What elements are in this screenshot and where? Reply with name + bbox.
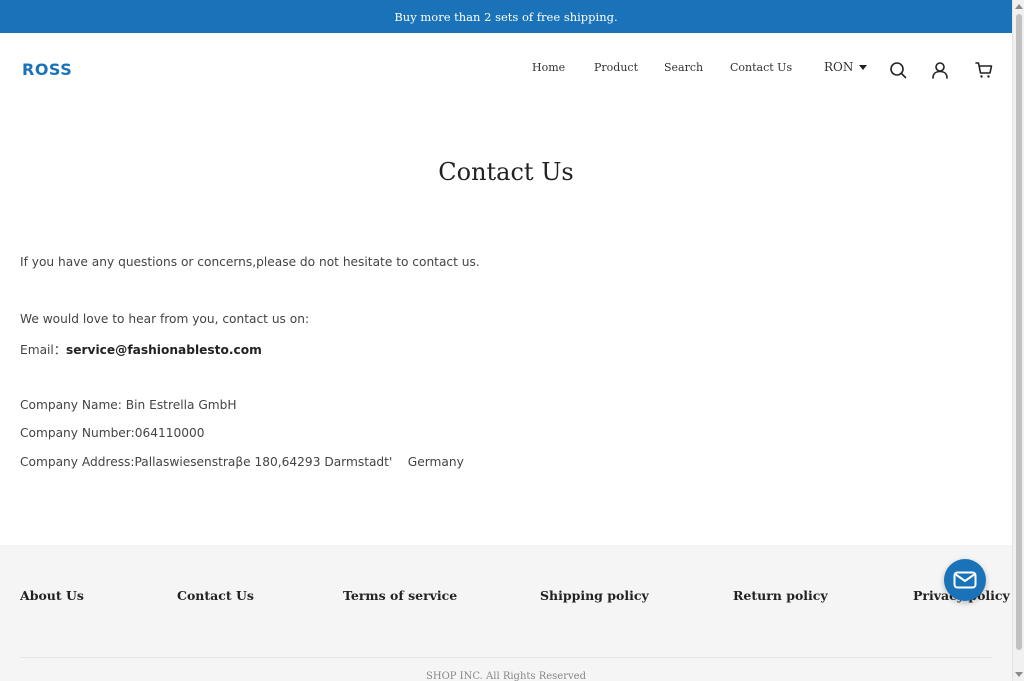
email-link[interactable]: service@fashionablesto.com — [66, 343, 262, 357]
currency-selector[interactable]: RON — [824, 60, 868, 74]
cart-icon[interactable] — [974, 60, 994, 80]
store-logo[interactable]: ROSS — [22, 60, 72, 79]
page-title: Contact Us — [438, 158, 574, 186]
page: Buy more than 2 sets of free shipping. R… — [0, 0, 1012, 681]
footer-link-terms-of-service[interactable]: Terms of service — [343, 588, 457, 603]
scroll-down-icon[interactable] — [1015, 672, 1023, 677]
chat-button[interactable] — [944, 559, 986, 601]
nav-contact-us[interactable]: Contact Us — [730, 61, 792, 74]
announcement-bar: Buy more than 2 sets of free shipping. — [0, 0, 1012, 33]
company-name: Company Name: Bin Estrella GmbH — [20, 398, 237, 412]
footer-link-contact-us[interactable]: Contact Us — [177, 588, 254, 603]
scrollbar-thumb[interactable] — [1016, 14, 1022, 650]
company-number: Company Number:064110000 — [20, 426, 205, 440]
site-footer: About Us Contact Us Terms of service Shi… — [0, 545, 1012, 681]
search-icon[interactable] — [888, 60, 908, 80]
footer-link-about-us[interactable]: About Us — [20, 588, 84, 603]
mail-icon — [953, 571, 977, 589]
copyright-text: SHOP INC. All Rights Reserved — [426, 671, 586, 681]
nav-home[interactable]: Home — [532, 61, 565, 74]
scroll-up-icon[interactable] — [1015, 4, 1023, 9]
email-line: Email：service@fashionablesto.com — [20, 340, 262, 358]
footer-divider — [20, 657, 992, 658]
company-address: Company Address:Pallaswiesenstraβe 180,6… — [20, 455, 464, 469]
site-header: ROSS Home Product Search Contact Us RON — [0, 33, 1012, 105]
nav-search[interactable]: Search — [664, 61, 703, 74]
caret-down-icon — [859, 64, 868, 70]
account-icon[interactable] — [930, 60, 950, 80]
footer-link-return-policy[interactable]: Return policy — [733, 588, 828, 603]
announcement-text: Buy more than 2 sets of free shipping. — [394, 9, 618, 24]
email-label: Email： — [20, 343, 67, 357]
intro-text: If you have any questions or concerns,pl… — [20, 255, 480, 269]
footer-link-shipping-policy[interactable]: Shipping policy — [540, 588, 649, 603]
contact-intro-text: We would love to hear from you, contact … — [20, 312, 310, 326]
page-scrollbar[interactable] — [1012, 0, 1024, 681]
nav-product[interactable]: Product — [594, 61, 638, 74]
currency-label: RON — [824, 60, 854, 74]
